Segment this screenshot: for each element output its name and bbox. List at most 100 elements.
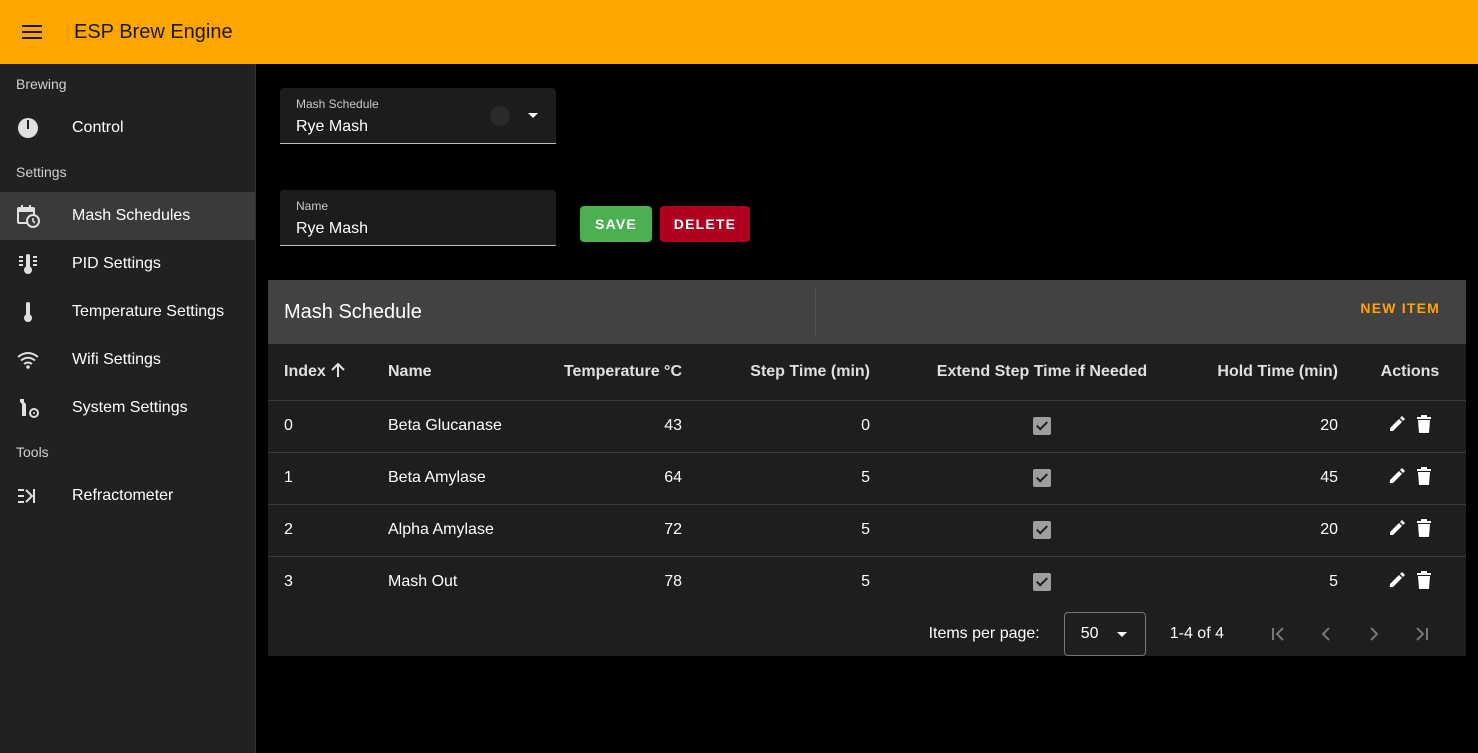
sidebar-header-settings: Settings [16, 164, 67, 180]
cell-extend [886, 451, 1198, 504]
app-bar: ESP Brew Engine [0, 0, 1478, 64]
sidebar-item-label: Refractometer [72, 487, 174, 504]
new-item-button[interactable]: NEW ITEM [1360, 300, 1440, 316]
last-page-icon[interactable] [1398, 610, 1446, 658]
checkbox-checked-icon [1033, 416, 1051, 435]
sidebar-item-pid-settings[interactable]: PID Settings [0, 240, 255, 288]
table-row: 1 Beta Amylase 64 5 45 [268, 451, 1466, 504]
sidebar-item-label: Wifi Settings [72, 351, 161, 368]
column-header-extend[interactable]: Extend Step Time if Needed [886, 344, 1198, 400]
thermometer-lines-icon [0, 252, 72, 276]
sidebar: Brewing Control Settings Mash Schedules … [0, 64, 256, 753]
cell-index: 2 [268, 503, 372, 556]
cell-hold-time: 5 [1198, 555, 1354, 608]
cell-hold-time: 20 [1198, 503, 1354, 556]
cell-extend [886, 503, 1198, 556]
mash-steps-table: Index Name Temperature °C Step Time (min… [268, 344, 1466, 608]
table-row: 3 Mash Out 78 5 5 [268, 555, 1466, 608]
delete-button[interactable]: DELETE [660, 206, 750, 242]
delete-icon[interactable] [1416, 466, 1432, 485]
cell-actions [1354, 399, 1466, 452]
cell-temperature: 78 [522, 555, 698, 608]
column-header-index[interactable]: Index [268, 344, 372, 400]
sidebar-item-label: Temperature Settings [72, 303, 225, 320]
sidebar-item-mash-schedules[interactable]: Mash Schedules [0, 192, 255, 240]
mash-schedule-select[interactable]: Mash Schedule Rye Mash [280, 88, 556, 144]
delete-icon[interactable] [1416, 518, 1432, 537]
table-row: 2 Alpha Amylase 72 5 20 [268, 503, 1466, 556]
cell-index: 1 [268, 451, 372, 504]
cell-extend [886, 555, 1198, 608]
next-page-icon[interactable] [1350, 610, 1398, 658]
sidebar-item-wifi-settings[interactable]: Wifi Settings [0, 336, 255, 384]
mash-schedule-table-card: Mash Schedule NEW ITEM Index Name Temper… [268, 280, 1466, 656]
menu-icon[interactable] [0, 0, 64, 64]
column-header-temperature[interactable]: Temperature °C [522, 344, 698, 400]
cell-index: 3 [268, 555, 372, 608]
main-content: Mash Schedule Rye Mash Name Rye Mash SAV… [256, 64, 1478, 753]
edit-icon[interactable] [1388, 467, 1406, 485]
gauge-icon [0, 116, 72, 140]
column-header-actions: Actions [1380, 362, 1440, 380]
column-header-step-time[interactable]: Step Time (min) [698, 344, 886, 400]
refractometer-icon [0, 484, 72, 508]
cell-hold-time: 20 [1198, 399, 1354, 452]
cell-name: Beta Amylase [372, 451, 522, 504]
edit-icon[interactable] [1388, 415, 1406, 433]
table-row: 0 Beta Glucanase 43 0 20 [268, 399, 1466, 452]
save-button[interactable]: SAVE [580, 206, 652, 242]
name-field[interactable]: Name Rye Mash [280, 190, 556, 246]
mash-schedule-select-value: Rye Mash [296, 118, 369, 135]
cell-actions [1354, 503, 1466, 556]
sidebar-item-refractometer[interactable]: Refractometer [0, 472, 255, 520]
cell-hold-time: 45 [1198, 451, 1354, 504]
toolbar-divider [815, 288, 816, 336]
table-toolbar: Mash Schedule NEW ITEM [268, 280, 1466, 344]
checkbox-checked-icon [1033, 520, 1051, 539]
name-field-value[interactable]: Rye Mash [296, 220, 368, 238]
column-header-hold-time[interactable]: Hold Time (min) [1198, 344, 1354, 400]
name-field-label: Name [296, 199, 329, 213]
checkbox-checked-icon [1033, 573, 1051, 592]
sidebar-item-temperature-settings[interactable]: Temperature Settings [0, 288, 255, 336]
cell-temperature: 43 [522, 399, 698, 452]
edit-icon[interactable] [1388, 571, 1406, 589]
cell-step-time: 5 [698, 451, 886, 504]
thermometer-icon [0, 300, 72, 324]
checkbox-checked-icon [1033, 468, 1051, 487]
wifi-icon [0, 348, 72, 372]
mash-schedule-select-label: Mash Schedule [296, 97, 379, 111]
column-header-name[interactable]: Name [372, 344, 522, 400]
cell-name: Beta Glucanase [372, 399, 522, 452]
sidebar-item-label: System Settings [72, 399, 188, 416]
cell-extend [886, 399, 1198, 452]
sidebar-item-label: PID Settings [72, 255, 161, 272]
items-per-page-label: Items per page: [928, 625, 1040, 642]
items-per-page-select[interactable]: 50 [1063, 612, 1146, 656]
cell-name: Mash Out [372, 555, 522, 608]
sidebar-header-tools: Tools [16, 444, 49, 460]
cell-temperature: 72 [522, 503, 698, 556]
table-title: Mash Schedule [284, 300, 422, 323]
clear-icon[interactable] [490, 106, 510, 126]
chevron-down-icon[interactable] [528, 113, 538, 118]
tools-cog-icon [0, 396, 72, 420]
cell-index: 0 [268, 399, 372, 452]
items-per-page-value: 50 [1080, 625, 1099, 642]
sidebar-header-brewing: Brewing [16, 76, 67, 92]
previous-page-icon[interactable] [1302, 610, 1350, 658]
cell-step-time: 5 [698, 555, 886, 608]
edit-icon[interactable] [1388, 519, 1406, 537]
cell-actions [1354, 555, 1466, 608]
sidebar-item-system-settings[interactable]: System Settings [0, 384, 255, 432]
app-title: ESP Brew Engine [74, 20, 233, 43]
chevron-down-icon [1116, 632, 1127, 637]
first-page-icon[interactable] [1254, 610, 1302, 658]
cell-step-time: 0 [698, 399, 886, 452]
delete-icon[interactable] [1416, 570, 1432, 589]
sidebar-item-control[interactable]: Control [0, 104, 255, 152]
delete-icon[interactable] [1416, 414, 1432, 433]
calendar-clock-icon [0, 204, 72, 228]
arrow-up-icon [331, 362, 345, 378]
column-header-label: Index [284, 363, 326, 381]
